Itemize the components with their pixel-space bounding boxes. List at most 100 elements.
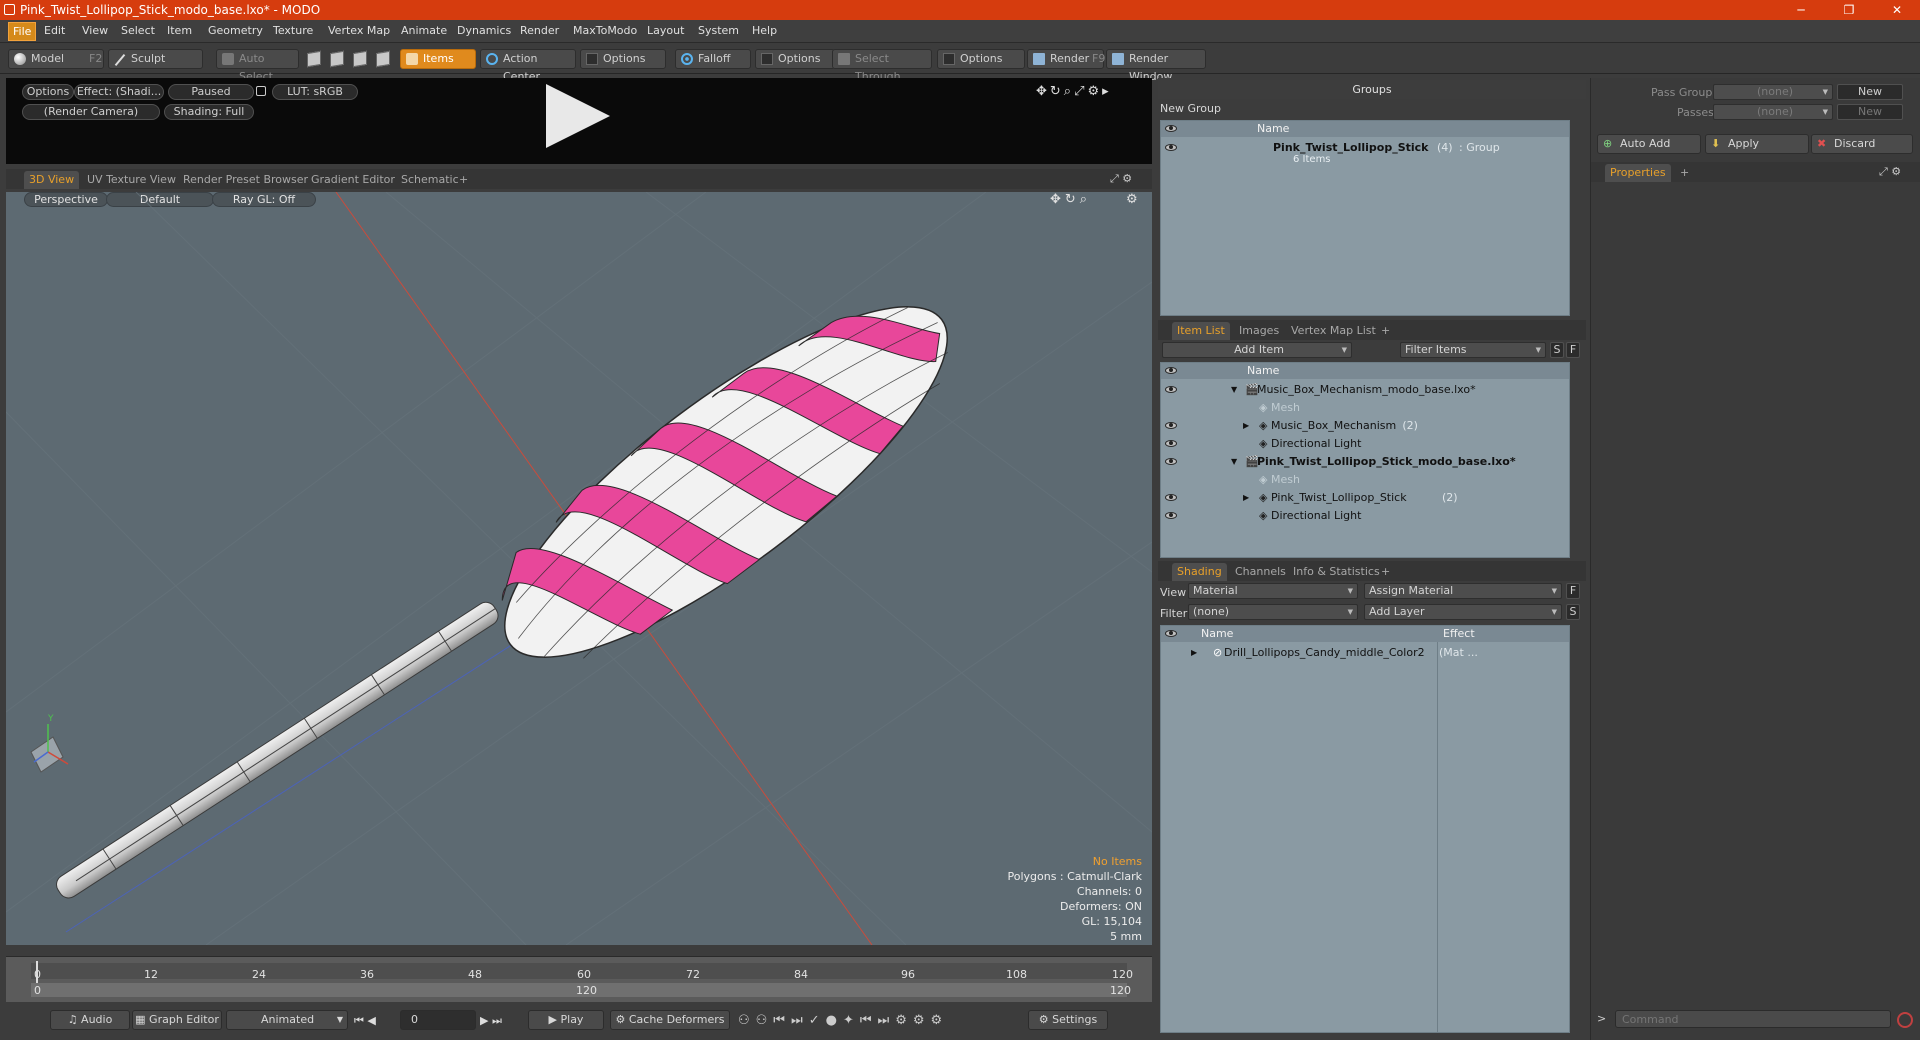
tab-shading[interactable]: Shading	[1172, 563, 1227, 581]
new-group-button[interactable]: New Group	[1160, 102, 1221, 115]
tab-channels[interactable]: Channels	[1230, 563, 1291, 581]
menu-help[interactable]: Help	[752, 24, 777, 37]
groups-list[interactable]: Name Pink_Twist_Lollipop_Stick (4) : Gro…	[1160, 120, 1570, 316]
maximize-view-icon[interactable]: ⤢ ⚙	[1110, 172, 1132, 186]
s-toggle[interactable]: S	[1550, 342, 1564, 358]
menu-edit[interactable]: Edit	[44, 24, 65, 37]
play-button[interactable]: ▶ Play	[528, 1010, 604, 1030]
item-list-row[interactable]: ▶ ◈ Music_Box_Mechanism (2)	[1161, 417, 1569, 435]
minimize-button[interactable]: ─	[1778, 0, 1824, 20]
timeline[interactable]: 0 12 24 36 48 60 72 84 96 108 120 0 120 …	[6, 956, 1152, 1002]
tab-render-preset-browser[interactable]: Render Preset Browser	[178, 171, 313, 189]
lut-dropdown[interactable]: LUT: sRGB	[272, 84, 358, 100]
audio-button[interactable]: ♫ Audio	[50, 1010, 130, 1030]
polygons-mode-icon[interactable]	[353, 50, 367, 68]
item-list-tree[interactable]: Name ▼ 🎬 Music_Box_Mechanism_modo_base.lxo…	[1160, 362, 1570, 558]
eye-icon[interactable]	[1165, 386, 1177, 393]
filter-dropdown[interactable]: (none)	[1188, 604, 1358, 620]
menu-system[interactable]: System	[698, 24, 739, 37]
shader-tree[interactable]: Name Effect ▶ ⊘ Drill_Lollipops_Candy_mi…	[1160, 625, 1570, 1033]
tab-uv-texture-view[interactable]: UV Texture View	[82, 171, 181, 189]
material-row[interactable]: ▶ ⊘ Drill_Lollipops_Candy_middle_Color2 …	[1161, 644, 1569, 662]
view-dropdown[interactable]: Material	[1188, 583, 1358, 599]
new-pass-group-button[interactable]: New	[1837, 84, 1903, 100]
menu-dynamics[interactable]: Dynamics	[457, 24, 511, 37]
tab-3d-view[interactable]: 3D View	[24, 171, 80, 189]
expand-arrow-icon[interactable]: ▶	[1191, 644, 1197, 662]
panel-menu-icons[interactable]: ⤢ ⚙	[1879, 165, 1901, 179]
item-list-row[interactable]: ◈ Directional Light	[1161, 435, 1569, 453]
play-icon[interactable]	[546, 84, 610, 148]
f-toggle[interactable]: F	[1566, 342, 1580, 358]
expand-arrow-icon[interactable]: ▶	[1243, 417, 1249, 435]
preview-effect-dropdown[interactable]: Effect: (Shadi...	[74, 84, 164, 100]
lock-icon[interactable]	[256, 86, 266, 96]
render-window-button[interactable]: Render Window	[1106, 49, 1206, 83]
add-tab-button[interactable]: +	[1675, 164, 1694, 182]
menu-geometry[interactable]: Geometry	[208, 24, 263, 37]
new-pass-button[interactable]: New	[1837, 104, 1903, 120]
falloff-button[interactable]: Falloff	[675, 49, 751, 69]
item-list-row[interactable]: ◈ Mesh	[1161, 471, 1569, 489]
command-input[interactable]	[1615, 1010, 1891, 1028]
key-tool-icons[interactable]: ⚇⚇⏮⏭✓●✦⏮⏭⚙⚙⚙	[738, 1013, 948, 1028]
group-row[interactable]: Pink_Twist_Lollipop_Stick (4) : Group	[1161, 139, 1569, 157]
next-key-icons[interactable]: ▶ ⏭	[480, 1014, 502, 1028]
item-list-row[interactable]: ▼ 🎬 Music_Box_Mechanism_modo_base.lxo*	[1161, 381, 1569, 399]
playhead[interactable]	[36, 961, 38, 983]
add-tab-button[interactable]: +	[454, 171, 473, 189]
item-list-row[interactable]: ◈ Directional Light	[1161, 507, 1569, 525]
discard-button[interactable]: ✖ Discard	[1811, 134, 1913, 154]
menu-animate[interactable]: Animate	[401, 24, 447, 37]
sculpt-mode-button[interactable]: Sculpt	[108, 49, 203, 69]
apply-button[interactable]: ⬇ Apply	[1705, 134, 1809, 154]
f-toggle[interactable]: F	[1566, 583, 1580, 599]
materials-mode-icon[interactable]	[376, 50, 390, 68]
render-camera-dropdown[interactable]: (Render Camera)	[22, 104, 160, 120]
frame-input[interactable]: 0	[400, 1010, 476, 1030]
vertices-mode-icon[interactable]	[307, 50, 321, 68]
tab-images[interactable]: Images	[1234, 322, 1284, 340]
preview-options-button[interactable]: Options	[22, 84, 74, 100]
auto-select-button[interactable]: Auto Select	[216, 49, 299, 83]
add-tab-button[interactable]: +	[1376, 563, 1395, 581]
add-tab-button[interactable]: +	[1376, 322, 1395, 340]
select-through-button[interactable]: Select Through	[832, 49, 932, 83]
edges-mode-icon[interactable]	[330, 50, 344, 68]
auto-add-button[interactable]: ⊕ Auto Add	[1597, 134, 1701, 154]
eye-icon[interactable]	[1165, 440, 1177, 447]
3d-viewport[interactable]: Perspective Default Ray GL: Off ✥↻⌕ ⚙ Y …	[6, 192, 1152, 945]
item-list-row[interactable]: ◈ Mesh	[1161, 399, 1569, 417]
maximize-button[interactable]: ❐	[1826, 0, 1872, 20]
eye-icon[interactable]	[1165, 494, 1177, 501]
menu-layout[interactable]: Layout	[647, 24, 684, 37]
graph-editor-button[interactable]: ▦ Graph Editor	[132, 1010, 222, 1030]
settings-button[interactable]: ⚙ Settings	[1028, 1010, 1108, 1030]
item-list-row[interactable]: ▼ 🎬 Pink_Twist_Lollipop_Stick_modo_base.lx…	[1161, 453, 1569, 471]
tab-vertex-map-list[interactable]: Vertex Map List	[1286, 322, 1381, 340]
s-toggle[interactable]: S	[1566, 604, 1580, 620]
falloff-options-button[interactable]: Options	[755, 49, 835, 69]
expand-arrow-icon[interactable]: ▶	[1243, 489, 1249, 507]
expand-arrow-icon[interactable]: ▼	[1231, 381, 1237, 399]
eye-icon[interactable]	[1165, 422, 1177, 429]
animated-dropdown[interactable]: Animated ▼	[226, 1010, 348, 1030]
action-center-button[interactable]: Action Center	[480, 49, 576, 83]
shading-dropdown[interactable]: Shading: Full	[164, 104, 254, 120]
menu-view[interactable]: View	[82, 24, 108, 37]
expand-arrow-icon[interactable]: ▼	[1231, 453, 1237, 471]
menu-render[interactable]: Render	[520, 24, 559, 37]
prev-key-icons[interactable]: ⏮ ◀	[354, 1014, 376, 1028]
menu-texture[interactable]: Texture	[273, 24, 313, 37]
render-button[interactable]: Render F9	[1027, 49, 1105, 69]
add-layer-dropdown[interactable]: Add Layer	[1364, 604, 1562, 620]
menu-item[interactable]: Item	[167, 24, 192, 37]
passes-dropdown[interactable]: (none)	[1713, 104, 1833, 120]
filter-items-input[interactable]: Filter Items	[1400, 342, 1546, 358]
menu-select[interactable]: Select	[121, 24, 155, 37]
add-item-dropdown[interactable]: Add Item	[1162, 342, 1352, 358]
close-button[interactable]: ✕	[1874, 0, 1920, 20]
items-mode-button[interactable]: Items	[400, 49, 476, 69]
menu-maxtomodo[interactable]: MaxToModo	[573, 24, 637, 37]
tab-properties[interactable]: Properties	[1605, 164, 1671, 182]
